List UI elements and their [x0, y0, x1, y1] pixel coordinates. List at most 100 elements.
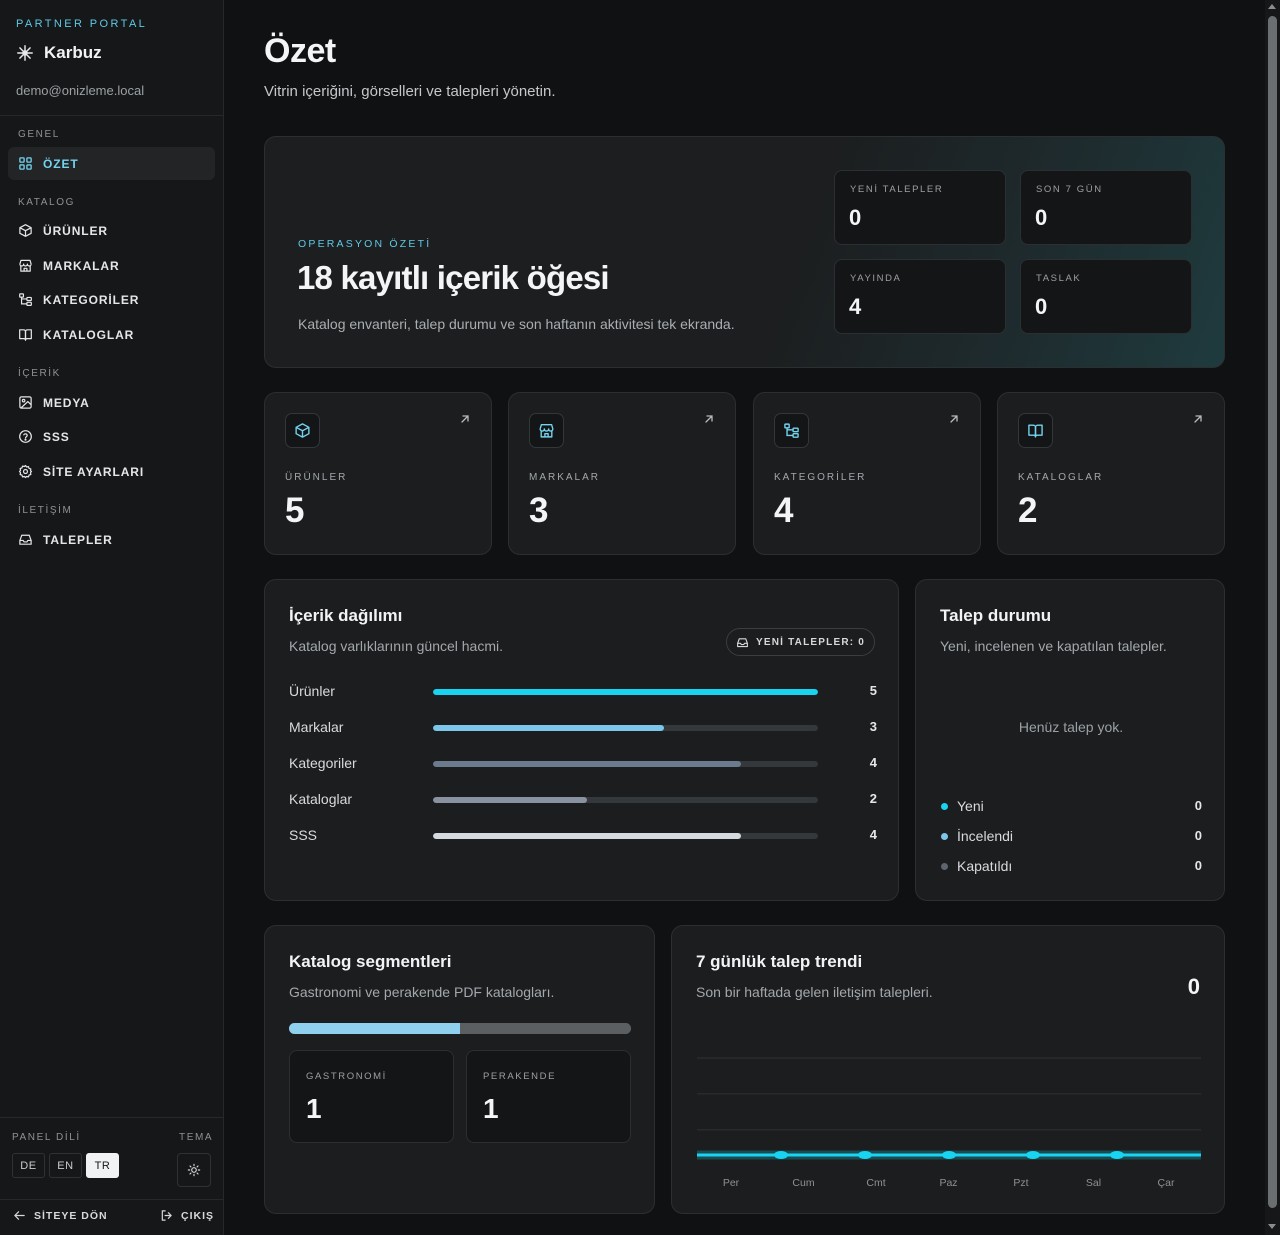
x-tick-label: Paz [939, 1177, 957, 1189]
card-title: Talep durumu [940, 606, 1052, 625]
hero-stat-draft: TASLAK 0 [1020, 259, 1192, 334]
bar-label: Ürünler [289, 683, 335, 699]
stat-value: 3 [529, 491, 549, 530]
lang-button-en[interactable]: EN [49, 1153, 82, 1178]
bar-fill [433, 725, 664, 731]
distribution-row: Ürünler 5 [289, 681, 877, 701]
sidebar-item-overview[interactable]: ÖZET [8, 147, 215, 180]
stat-card-products[interactable]: ÜRÜNLER 5 [264, 392, 492, 555]
segment-value: 1 [306, 1093, 322, 1124]
stat-card-catalogs[interactable]: KATALOGLAR 2 [997, 392, 1225, 555]
sidebar-item-requests[interactable]: TALEPLER [8, 523, 215, 556]
user-email: demo@onizleme.local [16, 83, 145, 98]
section-label-general: GENEL [18, 129, 60, 140]
legend-label: İncelendi [957, 828, 1014, 844]
card-title: İçerik dağılımı [289, 606, 403, 625]
bar-value: 4 [869, 827, 877, 842]
sidebar-item-label: TALEPLER [43, 532, 113, 547]
stat-value: 2 [1018, 491, 1038, 530]
legend-item-reviewed: İncelendi 0 [941, 827, 1202, 847]
new-requests-badge[interactable]: YENİ TALEPLER: 0 [726, 628, 875, 656]
data-point [858, 1151, 872, 1159]
stat-label: KATALOGLAR [1018, 472, 1104, 483]
store-icon [539, 423, 554, 438]
sidebar-item-label: ÖZET [43, 156, 79, 171]
data-point [942, 1151, 956, 1159]
inbox-icon [19, 534, 32, 545]
bar-track [433, 761, 818, 767]
stat-icon [1018, 413, 1053, 448]
hero-kicker: OPERASYON ÖZETİ [298, 238, 432, 250]
page-scrollbar[interactable] [1265, 0, 1280, 1235]
stat-card-categories[interactable]: KATEGORİLER 4 [753, 392, 981, 555]
legend-label: Kapatıldı [957, 858, 1013, 874]
bar-value: 4 [869, 755, 877, 770]
badge-label: YENİ TALEPLER: 0 [755, 636, 866, 648]
data-point [774, 1151, 788, 1159]
trend-line-chart: Per Cum Cmt Paz Pzt Sal Çar [697, 1057, 1201, 1189]
card-subtitle: Gastronomi ve perakende PDF katalogları. [289, 984, 555, 1000]
stat-value: 4 [774, 491, 794, 530]
stat-label: KATEGORİLER [774, 472, 867, 483]
scroll-down-arrow-icon[interactable] [1268, 1224, 1276, 1229]
bar-value: 2 [869, 791, 877, 806]
stat-card-brands[interactable]: MARKALAR 3 [508, 392, 736, 555]
sidebar-item-media[interactable]: MEDYA [8, 386, 215, 419]
section-label-content: İÇERİK [18, 368, 61, 379]
scroll-up-arrow-icon[interactable] [1268, 4, 1276, 9]
logout-label: ÇIKIŞ [181, 1209, 215, 1222]
content-distribution-card: İçerik dağılımı Katalog varlıklarının gü… [264, 579, 899, 901]
store-icon [19, 259, 32, 272]
bar-label: Markalar [289, 719, 344, 735]
sidebar-item-products[interactable]: ÜRÜNLER [8, 214, 215, 247]
empty-state-text: Henüz talep yok. [1018, 719, 1124, 735]
sidebar-item-catalogs[interactable]: KATALOGLAR [8, 318, 215, 351]
bar-fill [433, 797, 587, 803]
hero-stat-label: SON 7 GÜN [1036, 184, 1103, 195]
sidebar-item-faq[interactable]: SSS [8, 420, 215, 453]
panel-language-label: PANEL DİLİ [12, 1132, 81, 1143]
legend-value: 0 [1194, 858, 1202, 873]
image-icon [19, 396, 32, 409]
grid-icon [19, 157, 32, 170]
logout-icon [161, 1210, 172, 1221]
arrow-up-right-icon [461, 415, 469, 423]
sidebar-item-label: ÜRÜNLER [43, 223, 108, 238]
sidebar-item-site-settings[interactable]: SİTE AYARLARI [8, 455, 215, 488]
hero-stat-value: 0 [849, 205, 862, 230]
sidebar-item-brands[interactable]: MARKALAR [8, 249, 215, 282]
box-icon [19, 224, 32, 237]
legend-value: 0 [1194, 828, 1202, 843]
distribution-row: Kategoriler 4 [289, 753, 877, 773]
gear-icon [18, 464, 33, 479]
segment-share-bar [289, 1023, 631, 1034]
stat-value: 5 [285, 491, 305, 530]
lang-button-tr[interactable]: TR [86, 1153, 119, 1178]
sidebar-item-label: MARKALAR [43, 258, 120, 273]
bar-fill [433, 689, 818, 695]
operations-summary-card: OPERASYON ÖZETİ 18 kayıtlı içerik öğesi … [264, 136, 1225, 368]
brand[interactable]: Karbuz [16, 43, 102, 63]
distribution-row: SSS 4 [289, 825, 877, 845]
sidebar: PARTNER PORTAL Karbuz demo@onizleme.loca… [0, 0, 224, 1235]
tree-icon [19, 293, 32, 307]
segment-label: PERAKENDE [483, 1071, 557, 1082]
book-icon [1028, 424, 1043, 438]
legend-dot [941, 863, 948, 870]
lang-button-de[interactable]: DE [12, 1153, 45, 1178]
card-subtitle: Katalog varlıklarının güncel hacmi. [289, 638, 503, 654]
hero-stat-label: YENİ TALEPLER [850, 184, 944, 195]
scroll-thumb[interactable] [1268, 16, 1277, 1208]
sidebar-item-categories[interactable]: KATEGORİLER [8, 283, 215, 316]
x-tick-label: Per [723, 1177, 740, 1189]
hero-stat-label: TASLAK [1036, 273, 1082, 284]
back-to-site-label: SİTEYE DÖN [34, 1209, 108, 1222]
bar-track [433, 725, 818, 731]
back-to-site-link[interactable]: SİTEYE DÖN [13, 1209, 108, 1222]
help-circle-icon [19, 430, 32, 443]
stat-icon [774, 413, 809, 448]
sidebar-bottom-divider [0, 1199, 223, 1200]
logout-link[interactable]: ÇIKIŞ [160, 1209, 214, 1222]
legend-dot [941, 803, 948, 810]
theme-toggle-button[interactable] [177, 1153, 211, 1187]
